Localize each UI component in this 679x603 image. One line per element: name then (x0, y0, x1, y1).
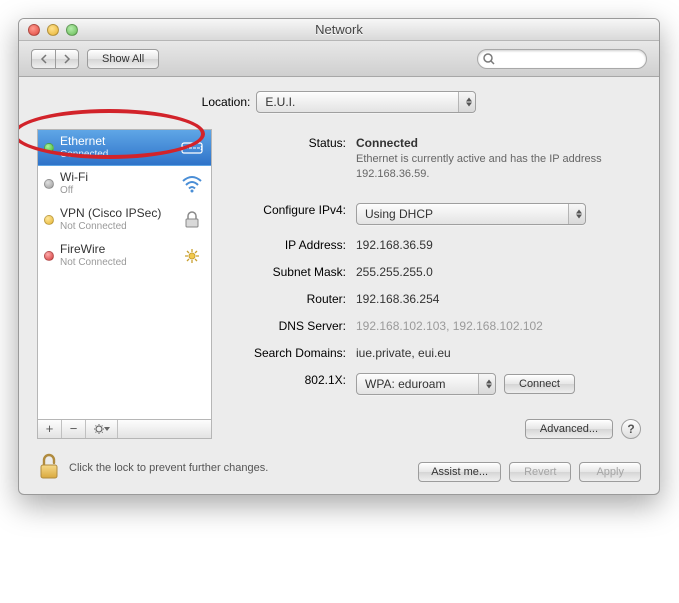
sidebar-item-label: Ethernet (60, 135, 179, 148)
status-description: Ethernet is currently active and has the… (356, 152, 606, 182)
action-menu-button[interactable] (86, 420, 118, 438)
sidebar-item-sublabel: Not Connected (60, 257, 179, 268)
status-dot-icon (44, 251, 54, 261)
dns-row: DNS Server: 192.168.102.103, 192.168.102… (226, 316, 641, 333)
ip-value: 192.168.36.59 (356, 235, 641, 252)
configure-value: Using DHCP (365, 207, 433, 221)
status-label: Status: (226, 133, 356, 150)
firewire-icon (179, 247, 205, 265)
search-input[interactable] (496, 52, 640, 66)
router-row: Router: 192.168.36.254 (226, 289, 641, 306)
search-field[interactable] (477, 49, 647, 69)
add-interface-button[interactable]: + (38, 420, 62, 438)
interface-list: Ethernet Connected Wi-Fi Off (37, 129, 212, 419)
sidebar-item-firewire[interactable]: FireWire Not Connected (38, 238, 211, 274)
network-preferences-window: Network Show All Location: E.U.I. (18, 18, 660, 495)
sidebar-item-sublabel: Not Connected (60, 221, 179, 232)
router-label: Router: (226, 289, 356, 306)
content-area: Location: E.U.I. Ethernet Connected (19, 77, 659, 494)
lock-icon[interactable] (37, 453, 61, 484)
sidebar-item-label: FireWire (60, 243, 179, 256)
auth-row: 802.1X: WPA: eduroam Connect (226, 370, 641, 395)
sidebar-item-vpn[interactable]: VPN (Cisco IPSec) Not Connected (38, 202, 211, 238)
help-button[interactable]: ? (621, 419, 641, 439)
body: Ethernet Connected Wi-Fi Off (37, 129, 641, 439)
auth-label: 802.1X: (226, 370, 356, 387)
wifi-icon (179, 175, 205, 193)
configure-row: Configure IPv4: Using DHCP (226, 200, 641, 225)
sidebar-item-label: Wi-Fi (60, 171, 179, 184)
lock-text: Click the lock to prevent further change… (69, 462, 268, 474)
status-dot-icon (44, 179, 54, 189)
dns-value: 192.168.102.103, 192.168.102.102 (356, 316, 641, 333)
auth-popup[interactable]: WPA: eduroam (356, 373, 496, 395)
toolbar: Show All (19, 41, 659, 77)
back-button[interactable] (31, 49, 55, 69)
ethernet-icon (179, 140, 205, 156)
search-icon (482, 52, 496, 66)
apply-button[interactable]: Apply (579, 462, 641, 482)
window-title: Network (19, 22, 659, 37)
search-domains-value: iue.private, eui.eu (356, 343, 641, 360)
assist-button[interactable]: Assist me... (418, 462, 501, 482)
gear-icon (92, 423, 112, 435)
status-row: Status: Connected Ethernet is currently … (226, 133, 641, 182)
subnet-label: Subnet Mask: (226, 262, 356, 279)
remove-interface-button[interactable]: − (62, 420, 86, 438)
chevron-left-icon (40, 54, 48, 64)
router-value: 192.168.36.254 (356, 289, 641, 306)
chevron-right-icon (63, 54, 71, 64)
connect-button[interactable]: Connect (504, 374, 575, 394)
configure-label: Configure IPv4: (226, 200, 356, 217)
configure-popup[interactable]: Using DHCP (356, 203, 586, 225)
location-label: Location: (202, 95, 257, 109)
titlebar: Network (19, 19, 659, 41)
sidebar-item-sublabel: Off (60, 185, 179, 196)
location-value: E.U.I. (265, 95, 295, 109)
sidebar-footer: + − (37, 419, 212, 439)
revert-button[interactable]: Revert (509, 462, 571, 482)
sidebar: Ethernet Connected Wi-Fi Off (37, 129, 212, 439)
sidebar-item-ethernet[interactable]: Ethernet Connected (38, 130, 211, 166)
subnet-value: 255.255.255.0 (356, 262, 641, 279)
forward-button[interactable] (55, 49, 79, 69)
search-domains-label: Search Domains: (226, 343, 356, 360)
subnet-row: Subnet Mask: 255.255.255.0 (226, 262, 641, 279)
ip-row: IP Address: 192.168.36.59 (226, 235, 641, 252)
status-dot-icon (44, 215, 54, 225)
advanced-row: Advanced... ? (226, 419, 641, 439)
sidebar-item-label: VPN (Cisco IPSec) (60, 207, 179, 220)
sidebar-item-wifi[interactable]: Wi-Fi Off (38, 166, 211, 202)
status-value: Connected (356, 136, 418, 150)
location-row: Location: E.U.I. (37, 91, 641, 113)
show-all-button[interactable]: Show All (87, 49, 159, 69)
nav-segment (31, 49, 79, 69)
advanced-button[interactable]: Advanced... (525, 419, 613, 439)
lock-icon (179, 211, 205, 229)
location-popup[interactable]: E.U.I. (256, 91, 476, 113)
ip-label: IP Address: (226, 235, 356, 252)
status-dot-icon (44, 143, 54, 153)
dns-label: DNS Server: (226, 316, 356, 333)
search-domains-row: Search Domains: iue.private, eui.eu (226, 343, 641, 360)
sidebar-item-sublabel: Connected (60, 149, 179, 160)
auth-value: WPA: eduroam (365, 377, 445, 391)
details-pane: Status: Connected Ethernet is currently … (226, 129, 641, 439)
